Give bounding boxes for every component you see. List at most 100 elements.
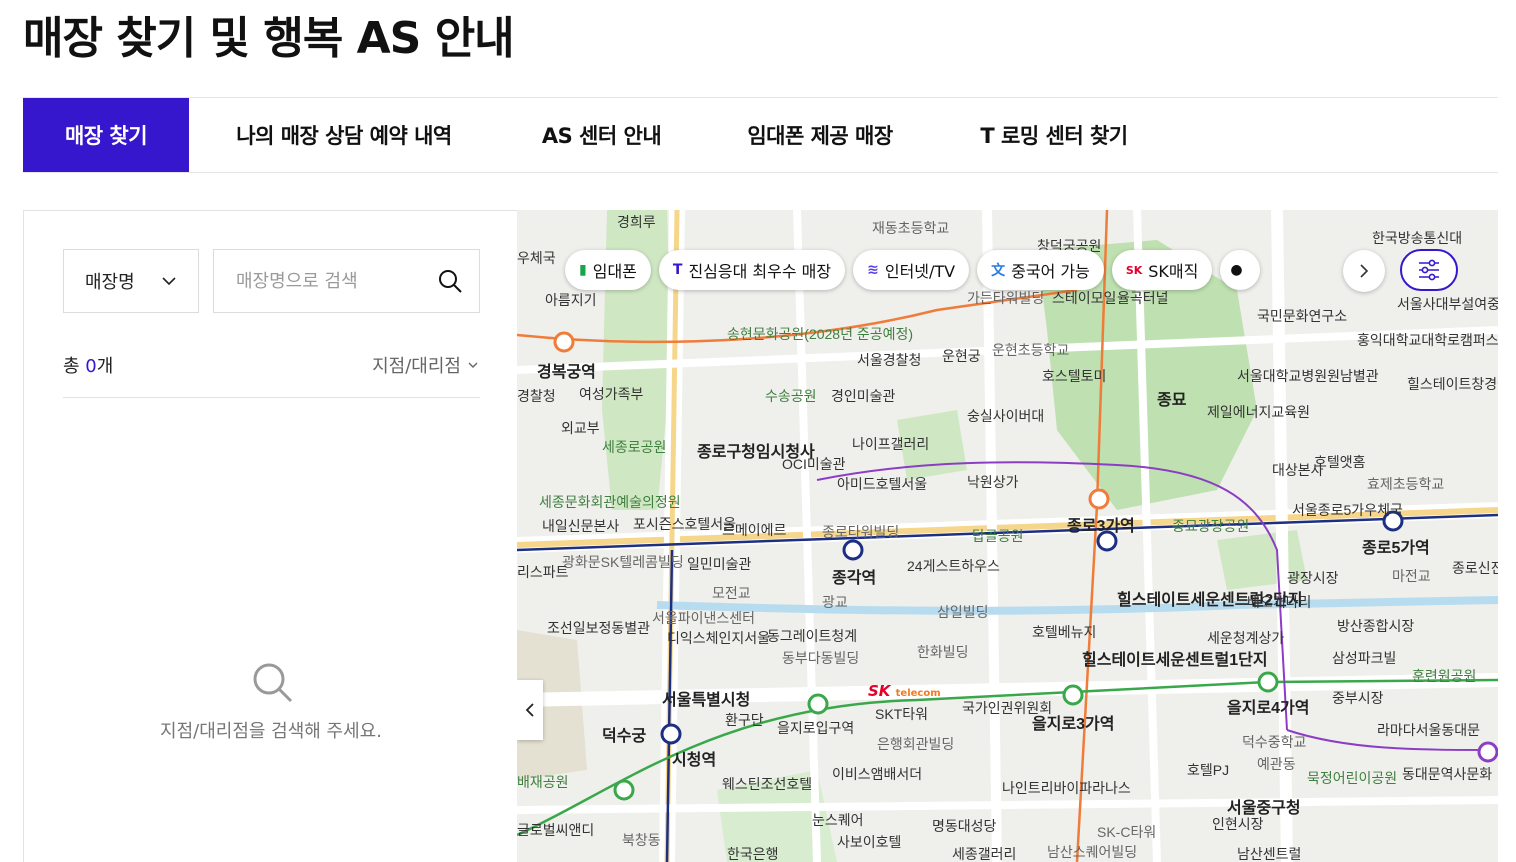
map-label: 서울파이낸스센터 (652, 610, 756, 626)
map-label: 환구단 (725, 712, 764, 728)
map-label: 수송공원 (765, 388, 817, 404)
chip-rental-phone[interactable]: ▮ 임대폰 (565, 250, 651, 290)
map-label: 예관동 (1257, 756, 1296, 772)
map-label: 힐스테이트세운센트럴1단지 (1082, 652, 1268, 669)
map-label: 서울사대부설여중 (1397, 296, 1498, 312)
map-label: 율곡터널 (1117, 290, 1169, 306)
map-label: 배재공원 (517, 774, 569, 790)
map-label: OCI미술관 (782, 456, 846, 472)
map-label: 효제초등학교 (1367, 476, 1445, 492)
store-map[interactable]: 경희루 재동초등학교 우체국 창덕궁공원 한국방송통신대 아름지기 가든타워빌딩 스테이모일 율… (517, 210, 1498, 862)
map-label: 사보이호텔 (837, 834, 902, 850)
sort-filter-label: 지점/대리점 (372, 356, 461, 377)
map-label: 을지로3가역 (1032, 716, 1115, 733)
result-count: 총 0개 (63, 356, 114, 377)
map-label: 글로벌씨앤디 (517, 822, 595, 838)
map-label: 남산센트럴 (1237, 846, 1302, 862)
map-label: 낙원상가 (967, 474, 1019, 490)
map-label: 한화빌딩 (917, 644, 969, 660)
search-icon[interactable] (437, 268, 463, 294)
search-panel: 매장명 총 0개 지점/대리점 지점/대리점을 검색해 주세요. (23, 210, 517, 862)
empty-message: 지점/대리점을 검색해 주세요. (160, 721, 382, 742)
chips-next-button[interactable] (1343, 250, 1385, 292)
map-label: 재동초등학교 (872, 220, 950, 236)
map-label: 남산스퀘어빌딩 (1047, 844, 1138, 860)
search-type-select[interactable]: 매장명 (63, 249, 199, 313)
map-label: 운현초등학교 (992, 342, 1070, 358)
map-label: 훈련원공원 (1412, 668, 1477, 684)
map-label: 눈스퀘어 (812, 812, 864, 828)
circle-icon: ● (1230, 262, 1243, 278)
sk-icon: SK (1125, 263, 1143, 277)
tab-my-reservations[interactable]: 나의 매장 상담 예약 내역 (189, 98, 499, 172)
map-label: 탑골공원 (972, 528, 1024, 544)
map-label: 나이프갤러리 (852, 436, 930, 452)
map-label: 나인트리바이파라나스 (1002, 780, 1131, 796)
search-empty-icon (253, 663, 293, 703)
map-label: 우체국 (517, 250, 556, 266)
map-label: 광화문SK텔레콤빌딩 (562, 554, 684, 570)
map-label: 서울종로5가우체국 (1292, 502, 1403, 518)
map-label: 아름지기 (545, 292, 597, 308)
map-label: 서울특별시청 (662, 692, 751, 709)
search-field (213, 249, 480, 313)
map-label: 한국방송통신대 (1372, 230, 1463, 246)
map-label: 호텔PJ (1187, 762, 1230, 778)
map-label: 숭실사이버대 (967, 408, 1045, 424)
tab-bar: 매장 찾기 나의 매장 상담 예약 내역 AS 센터 안내 임대폰 제공 매장 … (23, 98, 1498, 173)
chip-more[interactable]: ● (1220, 250, 1261, 290)
map-label: 경인미술관 (831, 388, 896, 404)
map-label: 광교 (822, 594, 848, 610)
map-label: 일민미술관 (687, 556, 752, 572)
chip-best-service[interactable]: T 진심응대 최우수 매장 (658, 250, 846, 290)
chip-sk-magic[interactable]: SK SK매직 (1111, 250, 1213, 290)
collapse-panel-button[interactable] (517, 680, 543, 740)
map-label: SKT타워 (875, 706, 928, 722)
chevron-left-icon (525, 703, 534, 717)
chip-chinese[interactable]: 文 중국어 가능 (977, 250, 1104, 290)
chip-internet-tv[interactable]: ≋ 인터넷/TV (853, 250, 970, 290)
map-label: 서울대학교병원원남별관 (1237, 368, 1379, 384)
phone-icon: ▮ (579, 262, 587, 278)
map-label: 덕수중학교 (1242, 734, 1307, 750)
map-label: 광장시장 (1287, 570, 1339, 586)
sliders-icon (1419, 259, 1439, 281)
page-title: 매장 찾기 및 행복 AS 안내 (23, 13, 515, 64)
map-label: 웨스틴조선호텔 (722, 776, 813, 792)
map-label: 포시즌스호텔서울 (633, 516, 737, 532)
sort-filter[interactable]: 지점/대리점 (372, 352, 479, 378)
map-filter-button[interactable] (1400, 249, 1458, 291)
search-input[interactable] (234, 250, 438, 312)
tab-as-center[interactable]: AS 센터 안내 (499, 98, 704, 172)
map-label: 을지로4가역 (1227, 700, 1310, 717)
tab-roaming-center[interactable]: T 로밍 센터 찾기 (936, 98, 1172, 172)
map-label: 묵정어린이공원 (1307, 770, 1398, 786)
chinese-icon: 文 (991, 263, 1006, 279)
map-label: 종각역 (832, 570, 877, 587)
map-label: 디익스체인지서울 (667, 630, 771, 646)
map-label: 중부시장 (1332, 690, 1384, 706)
map-label: 삼성파크빌 (1332, 650, 1397, 666)
tab-store-search[interactable]: 매장 찾기 (23, 98, 189, 172)
map-label: 방산종합시장 (1337, 618, 1415, 634)
map-label: 송현문화공원(2028년 준공예정) (727, 326, 914, 342)
map-label: 덕수궁 (602, 728, 647, 745)
map-label: SK-C타워 (1097, 824, 1157, 840)
map-label: 시청역 (672, 752, 717, 769)
map-label: 스테이모일 (1052, 290, 1117, 306)
chevron-down-icon (162, 277, 176, 286)
map-label: 르메이에르 (722, 522, 787, 538)
map-label: 외교부 (561, 420, 600, 436)
map-label: 동대문역사문화 (1402, 766, 1493, 782)
map-label: 배오개다리 (1247, 594, 1312, 610)
map-label: 운현궁 (942, 348, 981, 364)
chevron-right-icon (1360, 264, 1369, 278)
map-label: 홍익대학교대학로캠퍼스 (1357, 332, 1498, 348)
map-label: 종로3가역 (1067, 518, 1135, 535)
map-label: 을지로입구역 (777, 720, 855, 736)
map-label: 아미드호텔서울 (837, 476, 928, 492)
tab-rental-phone-stores[interactable]: 임대폰 제공 매장 (704, 98, 936, 172)
map-label: 호스텔토미 (1042, 368, 1107, 384)
map-label: 종로5가역 (1362, 540, 1430, 557)
map-label: 경희루 (617, 214, 656, 230)
